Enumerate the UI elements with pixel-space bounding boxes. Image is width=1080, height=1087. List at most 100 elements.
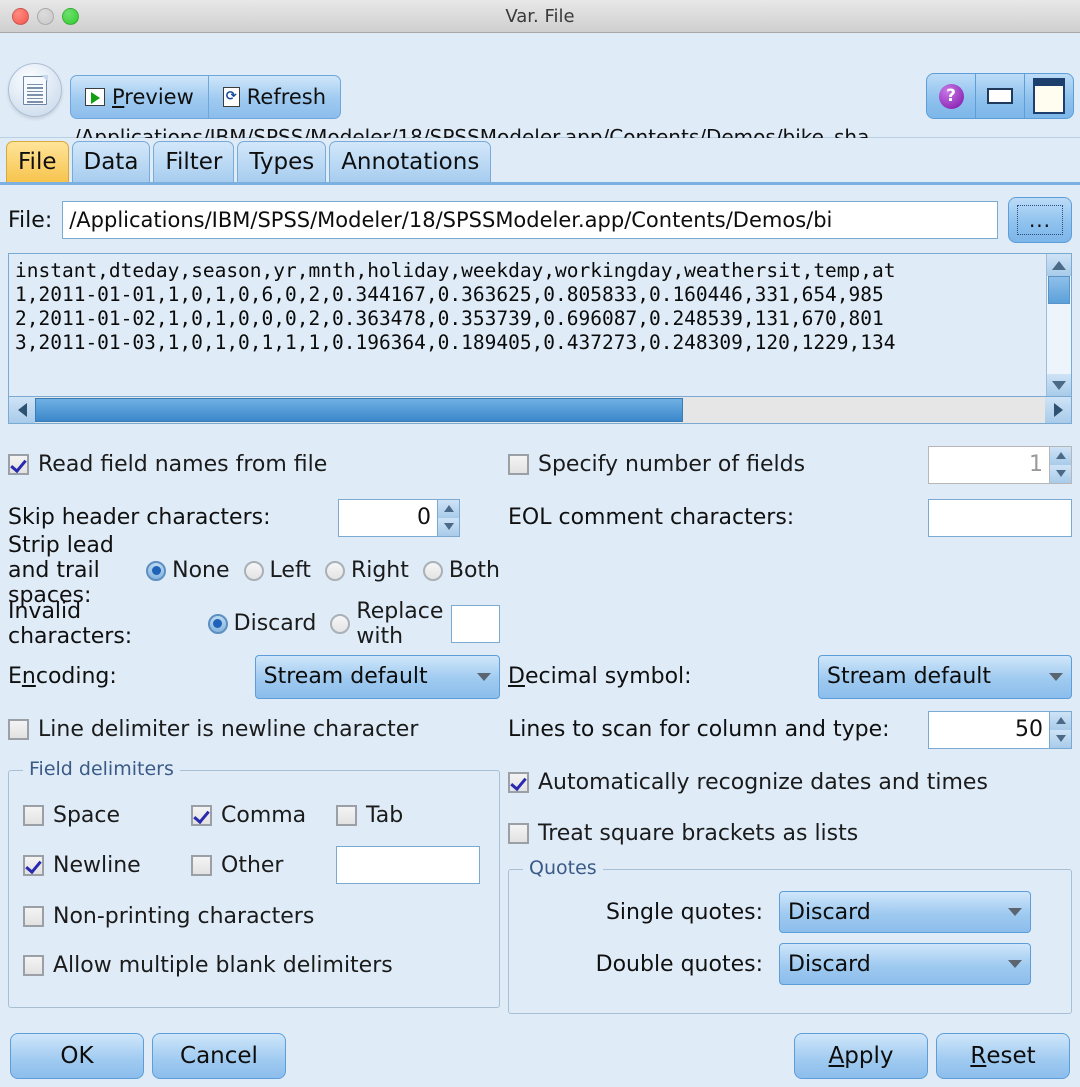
- lines-to-scan-spin-buttons[interactable]: [1050, 711, 1072, 749]
- eol-comment-input[interactable]: [928, 499, 1072, 537]
- preview-vertical-scrollbar[interactable]: [1046, 254, 1071, 396]
- stepper-up-button[interactable]: [1050, 712, 1071, 730]
- radio-icon[interactable]: [325, 561, 345, 581]
- skip-header-input[interactable]: 0: [338, 499, 438, 537]
- delimiter-other-input[interactable]: [336, 846, 480, 884]
- chevron-down-icon: [1056, 470, 1066, 477]
- number-of-fields-input[interactable]: 1: [928, 446, 1050, 484]
- radio-icon[interactable]: [208, 614, 228, 634]
- single-quotes-combobox[interactable]: Discard: [779, 891, 1031, 933]
- non-printing-characters-checkbox[interactable]: Non-printing characters: [23, 904, 314, 929]
- vertical-scroll-track[interactable]: [1047, 276, 1071, 374]
- stepper-down-button[interactable]: [1050, 730, 1071, 748]
- checkbox-icon[interactable]: [191, 855, 212, 876]
- lines-to-scan-stepper[interactable]: 50: [928, 711, 1072, 749]
- minimize-window-button[interactable]: [37, 8, 54, 25]
- scroll-down-button[interactable]: [1047, 374, 1071, 396]
- lines-to-scan-input[interactable]: 50: [928, 711, 1050, 749]
- tab-data[interactable]: Data: [72, 141, 151, 182]
- ok-button[interactable]: OK: [10, 1033, 144, 1079]
- skip-header-spin-buttons[interactable]: [438, 499, 460, 537]
- specify-number-of-fields-checkbox[interactable]: Specify number of fields: [508, 452, 928, 477]
- strip-spaces-option-none[interactable]: None: [146, 558, 229, 583]
- browse-file-button[interactable]: ...: [1008, 197, 1072, 243]
- tab-filter[interactable]: Filter: [153, 141, 234, 182]
- non-printing-row: Non-printing characters: [23, 891, 499, 941]
- cancel-button[interactable]: Cancel: [152, 1033, 286, 1079]
- checkbox-icon[interactable]: [8, 454, 29, 475]
- preview-horizontal-scrollbar[interactable]: [8, 397, 1072, 424]
- invalid-characters-option-discard[interactable]: Discard: [208, 611, 317, 636]
- decimal-symbol-row: Decimal symbol: Stream default: [508, 650, 1072, 703]
- strip-spaces-option-left[interactable]: Left: [244, 558, 311, 583]
- apply-button[interactable]: Apply: [794, 1033, 928, 1079]
- refresh-button[interactable]: ⟳ Refresh: [209, 75, 341, 119]
- encoding-combobox[interactable]: Stream default: [255, 655, 500, 699]
- strip-spaces-row: Strip lead and trail spaces: None Left R…: [8, 544, 500, 597]
- field-delimiters-title: Field delimiters: [23, 758, 180, 780]
- delimiter-newline-checkbox[interactable]: Newline: [23, 853, 191, 878]
- checkbox-icon[interactable]: [508, 823, 529, 844]
- tab-types[interactable]: Types: [237, 141, 326, 182]
- number-of-fields-spin-buttons[interactable]: [1050, 446, 1072, 484]
- radio-icon[interactable]: [423, 561, 443, 581]
- auto-recognize-dates-checkbox[interactable]: Automatically recognize dates and times: [508, 770, 988, 795]
- preview-button[interactable]: Preview: [70, 75, 209, 119]
- checkbox-icon[interactable]: [23, 805, 44, 826]
- delimiter-tab-label: Tab: [366, 803, 403, 828]
- encoding-value: Stream default: [264, 664, 428, 689]
- checkbox-icon[interactable]: [191, 805, 212, 826]
- radio-icon[interactable]: [146, 561, 166, 581]
- tab-file[interactable]: File: [6, 141, 69, 182]
- line-delimiter-newline-checkbox[interactable]: Line delimiter is newline character: [8, 717, 418, 742]
- read-field-names-checkbox[interactable]: Read field names from file: [8, 452, 327, 477]
- strip-spaces-option-right[interactable]: Right: [325, 558, 409, 583]
- chevron-down-icon: [444, 523, 454, 530]
- vertical-scroll-thumb[interactable]: [1048, 276, 1070, 304]
- help-button[interactable]: ?: [926, 73, 976, 119]
- horizontal-scroll-thumb[interactable]: [35, 398, 683, 422]
- checkbox-icon[interactable]: [23, 855, 44, 876]
- encoding-row: Encoding: Stream default: [8, 650, 500, 703]
- stepper-down-button[interactable]: [1050, 465, 1071, 483]
- stepper-up-button[interactable]: [438, 500, 459, 518]
- number-of-fields-stepper[interactable]: 1: [928, 446, 1072, 484]
- radio-icon[interactable]: [244, 561, 264, 581]
- file-path-input[interactable]: /Applications/IBM/SPSS/Modeler/18/SPSSMo…: [62, 201, 998, 239]
- stepper-down-button[interactable]: [438, 518, 459, 536]
- radio-icon[interactable]: [330, 614, 350, 634]
- close-window-button[interactable]: [12, 8, 29, 25]
- treat-square-brackets-label: Treat square brackets as lists: [538, 821, 858, 846]
- allow-multiple-blank-row: Allow multiple blank delimiters: [23, 941, 499, 989]
- invalid-replace-input[interactable]: [451, 605, 500, 643]
- double-quotes-combobox[interactable]: Discard: [779, 943, 1031, 985]
- delimiter-other-checkbox[interactable]: Other: [191, 853, 336, 878]
- checkbox-icon[interactable]: [8, 719, 29, 740]
- allow-multiple-blank-delimiters-checkbox[interactable]: Allow multiple blank delimiters: [23, 953, 393, 978]
- delimiter-comma-checkbox[interactable]: Comma: [191, 803, 336, 828]
- stepper-up-button[interactable]: [1050, 447, 1071, 465]
- tab-annotations[interactable]: Annotations: [329, 141, 491, 182]
- treat-square-brackets-checkbox[interactable]: Treat square brackets as lists: [508, 821, 858, 846]
- delimiter-tab-checkbox[interactable]: Tab: [336, 803, 403, 828]
- minimize-dialog-button[interactable]: [976, 73, 1025, 119]
- scroll-right-button[interactable]: [1045, 397, 1071, 423]
- maximize-dialog-button[interactable]: [1025, 73, 1074, 119]
- checkbox-icon[interactable]: [508, 772, 529, 793]
- scroll-up-button[interactable]: [1047, 254, 1071, 276]
- checkbox-icon[interactable]: [23, 906, 44, 927]
- reset-button[interactable]: Reset: [936, 1033, 1070, 1079]
- invalid-characters-option-replace[interactable]: Replace with: [330, 599, 443, 649]
- strip-spaces-option-both[interactable]: Both: [423, 558, 500, 583]
- checkbox-icon[interactable]: [336, 805, 357, 826]
- chevron-down-icon: [477, 673, 491, 681]
- horizontal-scroll-track[interactable]: [35, 397, 1045, 423]
- skip-header-stepper[interactable]: 0: [338, 499, 460, 537]
- delimiter-space-checkbox[interactable]: Space: [23, 803, 191, 828]
- decimal-symbol-combobox[interactable]: Stream default: [818, 655, 1072, 699]
- checkbox-icon[interactable]: [23, 955, 44, 976]
- checkbox-icon[interactable]: [508, 454, 529, 475]
- browse-button-label: ...: [1017, 205, 1063, 235]
- zoom-window-button[interactable]: [62, 8, 79, 25]
- scroll-left-button[interactable]: [9, 397, 35, 423]
